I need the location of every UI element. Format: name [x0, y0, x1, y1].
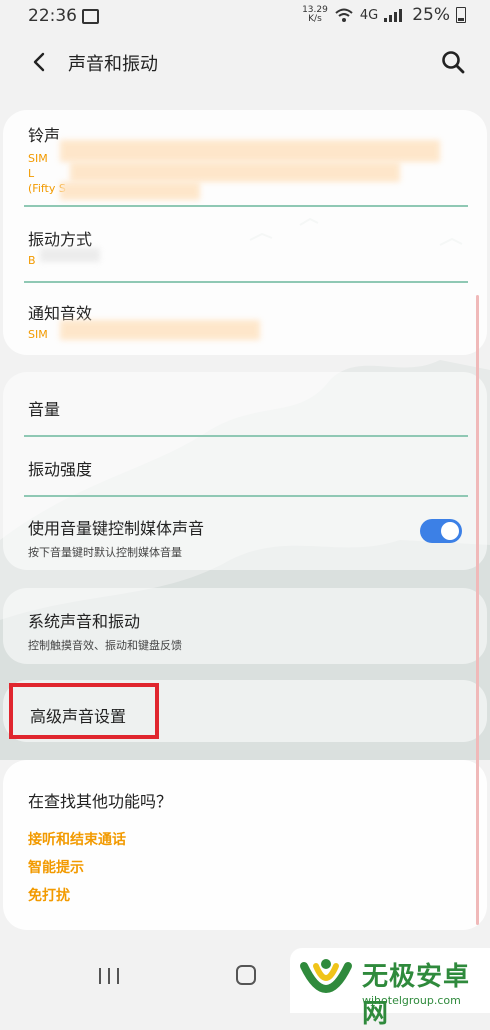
scrollbar[interactable] — [476, 295, 479, 925]
divider — [24, 435, 468, 437]
system-sound-desc: 控制触摸音效、振动和键盘反馈 — [28, 639, 182, 652]
media-volume-keys-desc: 按下音量键时默认控制媒体音量 — [28, 546, 182, 559]
volume-title: 音量 — [28, 400, 61, 419]
redacted-ringtone-info-3 — [60, 182, 200, 200]
battery-icon — [456, 7, 466, 23]
gallery-notification-icon — [82, 9, 99, 24]
redacted-ringtone-info — [60, 140, 440, 162]
divider — [24, 205, 468, 207]
watermark-url: wjhotelgroup.com — [362, 994, 461, 1007]
signal-4g-label: 4G — [359, 7, 379, 23]
suggestions-heading: 在查找其他功能吗？ — [28, 788, 468, 812]
network-speed: 13.29 K/s — [302, 6, 328, 24]
vibration-intensity-title: 振动强度 — [28, 460, 93, 479]
vibration-pattern-title: 振动方式 — [28, 230, 93, 249]
site-watermark: 无极安卓网 wjhotelgroup.com — [290, 948, 490, 1029]
system-sound-item[interactable]: 系统声音和振动 控制触摸音效、振动和键盘反馈 — [28, 608, 468, 653]
search-icon[interactable] — [440, 49, 466, 75]
highlight-annotation — [9, 683, 159, 739]
network-speed-unit: K/s — [308, 14, 322, 24]
home-icon[interactable] — [236, 965, 256, 985]
status-bar: 22:36 13.29 K/s 4G 25% — [0, 0, 490, 32]
link-do-not-disturb[interactable]: 免打扰 — [28, 885, 468, 905]
media-volume-keys-title: 使用音量键控制媒体声音 — [28, 519, 205, 538]
system-sound-title: 系统声音和振动 — [28, 612, 141, 631]
redacted-ringtone-info-2 — [70, 162, 400, 182]
divider — [24, 495, 468, 497]
app-header: 声音和振动 — [0, 40, 490, 86]
status-time: 22:36 — [28, 6, 77, 26]
volume-item[interactable]: 音量 — [28, 396, 468, 420]
link-smart-alerts-label: 智能提示 — [28, 860, 84, 876]
toggle-knob — [441, 522, 459, 540]
link-answer-end-call[interactable]: 接听和结束通话 — [28, 829, 468, 849]
watermark-logo-icon — [300, 959, 352, 993]
divider — [24, 281, 468, 283]
link-smart-alerts[interactable]: 智能提示 — [28, 857, 468, 877]
media-volume-keys-item[interactable]: 使用音量键控制媒体声音 按下音量键时默认控制媒体音量 — [28, 515, 468, 560]
wifi-icon — [335, 8, 353, 22]
link-do-not-disturb-label: 免打扰 — [28, 888, 70, 904]
vibration-intensity-item[interactable]: 振动强度 — [28, 456, 468, 480]
redacted-notification-info — [60, 320, 260, 340]
media-volume-keys-toggle[interactable] — [420, 519, 462, 543]
watermark-title: 无极安卓网 — [362, 962, 471, 1029]
back-arrow-icon[interactable] — [28, 50, 52, 74]
suggestions-heading-text: 在查找其他功能吗？ — [28, 792, 173, 811]
battery-percent: 25% — [412, 5, 450, 25]
redacted-vibration-info — [40, 248, 100, 262]
recent-apps-icon[interactable] — [96, 967, 122, 985]
page-title: 声音和振动 — [68, 54, 158, 75]
status-right-group: 13.29 K/s 4G 25% — [302, 5, 466, 25]
cell-signal-icon — [384, 9, 403, 22]
link-answer-end-call-label: 接听和结束通话 — [28, 832, 126, 848]
